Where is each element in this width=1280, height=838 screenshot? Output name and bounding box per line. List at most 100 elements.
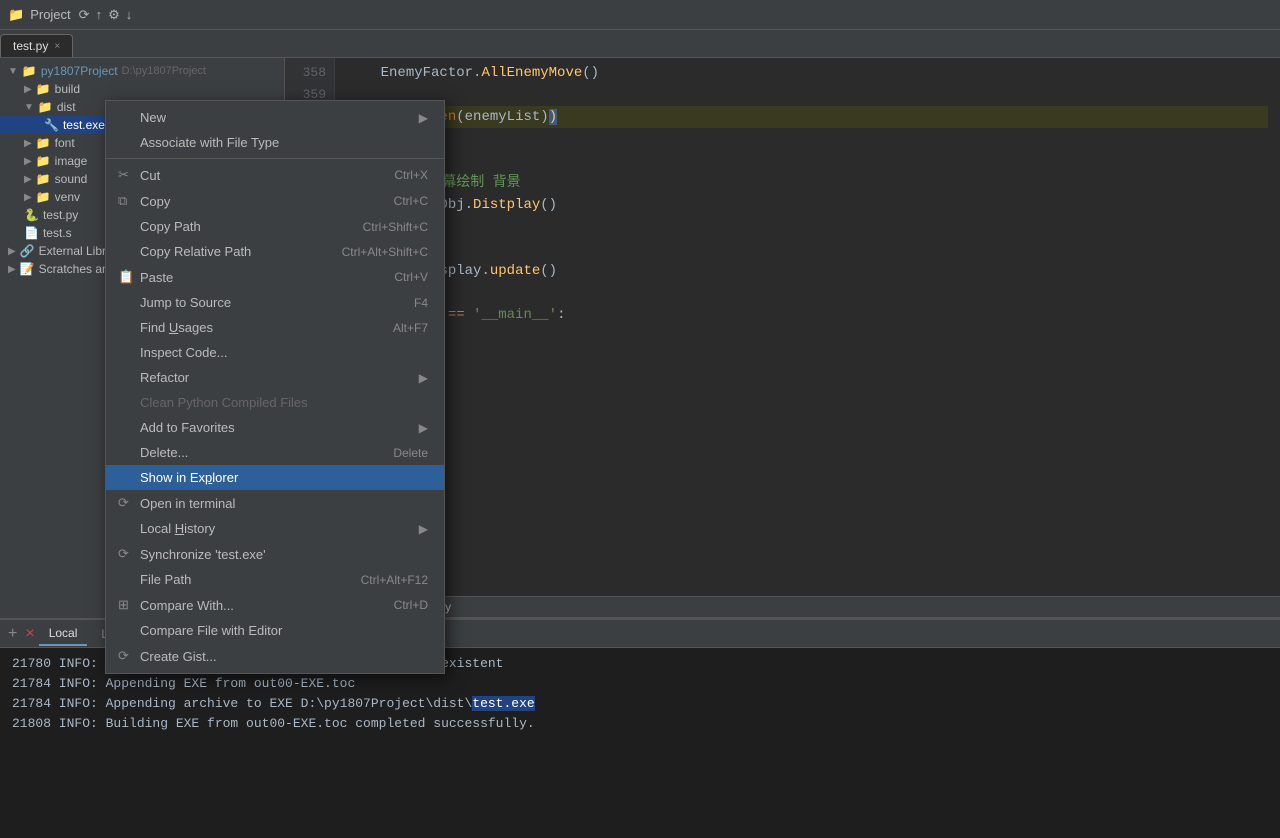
- menu-item-associate[interactable]: Associate with File Type: [106, 130, 444, 155]
- root-path: D:\py1807Project: [122, 65, 206, 77]
- testpy-icon: 🐍: [24, 208, 39, 222]
- menu-item-compare-with[interactable]: ⊞ Compare With... Ctrl+D: [106, 592, 444, 618]
- code-line-update: pygame.display.update(): [347, 260, 1268, 282]
- file-path-shortcut: Ctrl+Alt+F12: [361, 573, 428, 587]
- terminal-tab-local[interactable]: Local: [39, 622, 88, 646]
- menu-show-explorer-label: Show in Explorer: [140, 470, 428, 485]
- tab-bar: test.py ×: [0, 30, 1280, 58]
- tests-icon: 📄: [24, 226, 39, 240]
- copy-path-shortcut: Ctrl+Shift+C: [363, 220, 428, 234]
- menu-open-terminal-label: Open in terminal: [140, 496, 428, 511]
- delete-shortcut: Delete: [393, 446, 428, 460]
- copy-shortcut: Ctrl+C: [394, 194, 428, 208]
- terminal-add-btn[interactable]: +: [8, 625, 17, 643]
- tree-root[interactable]: ▼ 📁 py1807Project D:\py1807Project: [0, 62, 284, 80]
- menu-sep-1: [106, 158, 444, 159]
- dist-arrow: ▼: [24, 102, 34, 113]
- new-arrow: ▶: [419, 111, 428, 125]
- code-content[interactable]: EnemyFactor.AllEnemyMove() print(len(ene…: [335, 58, 1280, 618]
- menu-copy-rel-path-label: Copy Relative Path: [140, 244, 322, 259]
- root-arrow: ▼: [8, 66, 18, 77]
- menu-item-copy-rel-path[interactable]: Copy Relative Path Ctrl+Alt+Shift+C: [106, 239, 444, 264]
- menu-item-find-usages[interactable]: Find Usages Alt+F7: [106, 315, 444, 340]
- root-folder-icon: 📁: [22, 64, 37, 78]
- code-line-distplay: startObj.Distplay(): [347, 194, 1268, 216]
- menu-copy-label: Copy: [140, 194, 374, 209]
- menu-item-synchronize[interactable]: ⟳ Synchronize 'test.exe': [106, 541, 444, 567]
- term-line-2: 21784 INFO: Appending EXE from out00-EXE…: [12, 674, 1268, 694]
- font-folder-icon: 📁: [36, 136, 51, 150]
- code-line-blank2: [347, 216, 1268, 238]
- menu-item-refactor[interactable]: Refactor ▶: [106, 365, 444, 390]
- sound-arrow: ▶: [24, 174, 32, 185]
- project-title: Project: [30, 7, 70, 22]
- copy-icon: ⧉: [118, 193, 134, 209]
- menu-item-cut[interactable]: ✂ Cut Ctrl+X: [106, 162, 444, 188]
- jump-source-shortcut: F4: [414, 296, 428, 310]
- menu-item-clean-python: Clean Python Compiled Files: [106, 390, 444, 415]
- menu-create-gist-label: Create Gist...: [140, 649, 428, 664]
- build-label: build: [55, 82, 80, 96]
- toolbar-btn-4[interactable]: ↓: [126, 7, 133, 22]
- menu-item-paste[interactable]: 📋 Paste Ctrl+V: [106, 264, 444, 290]
- font-label: font: [55, 136, 75, 150]
- term-line-3: 21784 INFO: Appending archive to EXE D:\…: [12, 694, 1268, 714]
- menu-paste-label: Paste: [140, 270, 374, 285]
- tree-item-build[interactable]: ▶ 📁 build: [0, 80, 284, 98]
- menu-item-create-gist[interactable]: ⟳ Create Gist...: [106, 643, 444, 669]
- menu-item-copy[interactable]: ⧉ Copy Ctrl+C: [106, 188, 444, 214]
- test-exe-label: test.exe: [63, 118, 105, 132]
- compare-with-shortcut: Ctrl+D: [394, 598, 428, 612]
- menu-item-jump-source[interactable]: Jump to Source F4: [106, 290, 444, 315]
- terminal-close-btn[interactable]: ×: [25, 625, 34, 643]
- test-py-label: test.py: [43, 208, 78, 222]
- terminal-content: 21780 INFO: Appending EXE because out00-…: [0, 648, 1280, 838]
- menu-item-inspect-code[interactable]: Inspect Code...: [106, 340, 444, 365]
- scratches-arrow: ▶: [8, 264, 16, 275]
- menu-item-compare-editor[interactable]: Compare File with Editor: [106, 618, 444, 643]
- cut-icon: ✂: [118, 167, 134, 183]
- menu-item-show-explorer[interactable]: Show in Explorer: [106, 465, 444, 490]
- menu-item-open-terminal[interactable]: ⟳ Open in terminal: [106, 490, 444, 516]
- venv-folder-icon: 📁: [36, 190, 51, 204]
- copy-rel-path-shortcut: Ctrl+Alt+Shift+C: [342, 245, 428, 259]
- toolbar-btn-2[interactable]: ↑: [96, 7, 103, 22]
- menu-favorites-label: Add to Favorites: [140, 420, 419, 435]
- menu-item-file-path[interactable]: File Path Ctrl+Alt+F12: [106, 567, 444, 592]
- project-icon: 📁: [8, 7, 24, 23]
- refactor-arrow: ▶: [419, 371, 428, 385]
- toolbar-btn-3[interactable]: ⚙: [108, 7, 120, 23]
- tab-test-py[interactable]: test.py ×: [0, 34, 73, 57]
- dist-folder-icon: 📁: [38, 100, 53, 114]
- menu-item-delete[interactable]: Delete... Delete: [106, 440, 444, 465]
- image-label: image: [55, 154, 88, 168]
- menu-copy-path-label: Copy Path: [140, 219, 343, 234]
- font-arrow: ▶: [24, 138, 32, 149]
- menu-item-local-history[interactable]: Local History ▶: [106, 516, 444, 541]
- code-line-comment2: # 更新画面: [347, 238, 1268, 260]
- term-highlight-exe: test.exe: [472, 696, 534, 711]
- line-358: 358: [303, 62, 326, 84]
- code-line-blank3: [347, 282, 1268, 304]
- menu-refactor-label: Refactor: [140, 370, 419, 385]
- code-line-ifmain: if __name__ == '__main__':: [347, 304, 1268, 326]
- menu-synchronize-label: Synchronize 'test.exe': [140, 547, 428, 562]
- toolbar-btn-1[interactable]: ⟳: [79, 7, 90, 23]
- menu-local-history-label: Local History: [140, 521, 419, 536]
- menu-new-label: New: [140, 110, 419, 125]
- menu-file-path-label: File Path: [140, 572, 341, 587]
- menu-item-favorites[interactable]: Add to Favorites ▶: [106, 415, 444, 440]
- code-line-360: print(len(enemyList)): [347, 106, 1268, 128]
- paste-shortcut: Ctrl+V: [394, 270, 428, 284]
- menu-item-copy-path[interactable]: Copy Path Ctrl+Shift+C: [106, 214, 444, 239]
- create-gist-icon: ⟳: [118, 648, 134, 664]
- tab-close-btn[interactable]: ×: [54, 41, 60, 52]
- venv-label: venv: [55, 190, 80, 204]
- menu-item-new[interactable]: New ▶: [106, 105, 444, 130]
- venv-arrow: ▶: [24, 192, 32, 203]
- cut-shortcut: Ctrl+X: [394, 168, 428, 182]
- code-line-359: [347, 84, 1268, 106]
- build-folder-icon: 📁: [36, 82, 51, 96]
- external-icon: 🔗: [20, 244, 35, 258]
- code-line-blank1: [347, 128, 1268, 150]
